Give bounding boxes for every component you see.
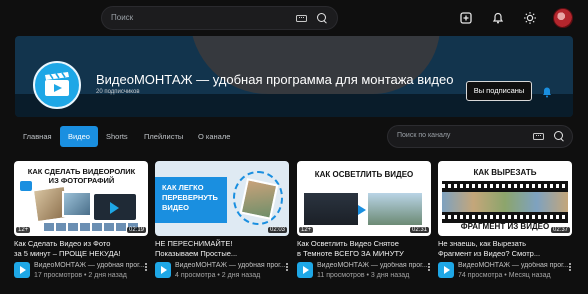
more-options-icon[interactable]: [144, 262, 148, 274]
channel-title: ВидеоМОНТАЖ — удобная программа для монт…: [96, 72, 454, 87]
video-title-line: Как Сделать Видео из Фото: [14, 239, 111, 248]
video-thumbnail[interactable]: КАК ЛЕГКО ПЕРЕВЕРНУТЬ ВИДЕО 02:03: [155, 161, 289, 236]
tab-playlists[interactable]: Плейлисты: [136, 126, 191, 147]
channel-search-placeholder: Поиск по каналу: [397, 132, 451, 139]
video-card[interactable]: КАК ЛЕГКО ПЕРЕВЕРНУТЬ ВИДЕО 02:03 НЕ ПЕР…: [155, 161, 289, 279]
more-options-icon[interactable]: [427, 262, 431, 274]
bell-icon: [543, 87, 551, 98]
video-title[interactable]: Как Сделать Видео из Фото за 5 минут – П…: [14, 239, 148, 259]
video-title-line: Как Осветлить Видео Снятое: [297, 239, 399, 248]
video-channel-name[interactable]: ВидеоМОНТАЖ — удобная прог...: [458, 262, 570, 269]
camera-icon: [20, 181, 32, 191]
subscribed-button[interactable]: Вы подписаны: [466, 81, 532, 101]
video-meta: 11 просмотров • 3 дня назад: [317, 272, 410, 279]
thumbnail-text: КАК ОСВЕТЛИТЬ ВИДЕО: [314, 170, 414, 179]
video-title-line: Фрагмент из Видео? Смотр...: [438, 249, 541, 258]
avatar[interactable]: [553, 8, 573, 28]
duration-badge: 02:19: [126, 227, 146, 233]
timeline-strip: [44, 223, 140, 231]
thumbnail-text: ВИДЕО: [162, 203, 189, 212]
age-badge: 12+: [299, 227, 314, 233]
keyboard-icon[interactable]: [296, 15, 307, 22]
keyboard-icon[interactable]: [533, 133, 544, 140]
video-channel-name[interactable]: ВидеоМОНТАЖ — удобная прог...: [34, 262, 146, 269]
dark-photo-image: [304, 193, 358, 225]
theme-button[interactable]: [520, 8, 540, 28]
tab-about[interactable]: О канале: [190, 126, 238, 147]
sun-icon: [524, 12, 536, 24]
film-frames-image: [442, 192, 568, 212]
create-button[interactable]: [456, 8, 476, 28]
video-title-line: в Темноте ВСЕГО ЗА МИНУТУ: [297, 249, 404, 258]
video-channel-name[interactable]: ВидеоМОНТАЖ — удобная прог...: [175, 262, 287, 269]
search-placeholder: Поиск: [111, 13, 134, 22]
bell-icon: [492, 12, 504, 24]
thumbnail-text: ФРАГМЕНТ ИЗ ВИДЕО: [460, 222, 550, 231]
tab-shorts[interactable]: Shorts: [98, 126, 136, 147]
thumbnail-text: ИЗ ФОТОГРАФИЙ: [48, 176, 115, 185]
channel-avatar[interactable]: [155, 262, 171, 278]
thumbnail-text: КАК ЛЕГКО: [162, 183, 204, 192]
duration-badge: 02:31: [409, 227, 429, 233]
video-thumbnail[interactable]: КАК ОСВЕТЛИТЬ ВИДЕО 12+ 02:31: [297, 161, 431, 236]
video-meta: 74 просмотра • Месяц назад: [458, 272, 551, 279]
more-options-icon[interactable]: [568, 262, 572, 274]
clapperboard-icon: [45, 72, 69, 96]
duration-badge: 02:03: [267, 227, 287, 233]
video-card[interactable]: КАК ОСВЕТЛИТЬ ВИДЕО 12+ 02:31 Как Осветл…: [297, 161, 431, 279]
video-title[interactable]: Как Осветлить Видео Снятое в Темноте ВСЕ…: [297, 239, 431, 259]
video-title-line: Показываем Простые...: [155, 249, 238, 258]
play-icon: [110, 202, 119, 214]
video-title-line: Не знаешь, как Вырезать: [438, 239, 527, 248]
channel-logo[interactable]: [33, 61, 81, 109]
video-card[interactable]: КАК СДЕЛАТЬ ВИДЕОРОЛИК ИЗ ФОТОГРАФИЙ 12+…: [14, 161, 148, 279]
channel-avatar[interactable]: [438, 262, 454, 278]
channel-banner: ВидеоМОНТАЖ — удобная программа для монт…: [15, 36, 573, 117]
tab-home[interactable]: Главная: [15, 126, 60, 147]
video-channel-name[interactable]: ВидеоМОНТАЖ — удобная прог...: [317, 262, 429, 269]
video-title-line: НЕ ПЕРЕСНИМАЙТЕ!: [155, 239, 233, 248]
search-icon[interactable]: [554, 131, 566, 143]
thumbnail-text: ПЕРЕВЕРНУТЬ: [162, 193, 218, 202]
age-badge: 12+: [16, 227, 31, 233]
video-meta: 4 просмотра • 2 дня назад: [175, 272, 261, 279]
channel-search-input[interactable]: Поиск по каналу: [387, 125, 573, 148]
top-bar: Поиск: [0, 0, 588, 36]
arrow-right-icon: [358, 205, 366, 215]
photo-image: [62, 191, 92, 217]
duration-badge: 02:37: [550, 227, 570, 233]
search-input[interactable]: Поиск: [101, 6, 338, 30]
video-title[interactable]: НЕ ПЕРЕСНИМАЙТЕ! Показываем Простые...: [155, 239, 289, 259]
channel-avatar[interactable]: [14, 262, 30, 278]
thumbnail-text: КАК ВЫРЕЗАТЬ: [473, 168, 537, 177]
subscriber-count: 20 подписчиков: [96, 89, 140, 95]
video-thumbnail[interactable]: КАК СДЕЛАТЬ ВИДЕОРОЛИК ИЗ ФОТОГРАФИЙ 12+…: [14, 161, 148, 236]
tab-videos[interactable]: Видео: [60, 126, 98, 147]
video-title[interactable]: Не знаешь, как Вырезать Фрагмент из Виде…: [438, 239, 572, 259]
video-card[interactable]: КАК ВЫРЕЗАТЬ ФРАГМЕНТ ИЗ ВИДЕО 02:37 Не …: [438, 161, 572, 279]
video-thumbnail[interactable]: КАК ВЫРЕЗАТЬ ФРАГМЕНТ ИЗ ВИДЕО 02:37: [438, 161, 572, 236]
film-strip: [442, 181, 568, 192]
more-options-icon[interactable]: [285, 262, 289, 274]
search-icon[interactable]: [317, 13, 329, 25]
thumbnail-text: КАК СДЕЛАТЬ ВИДЕОРОЛИК: [27, 167, 136, 176]
notifications-button[interactable]: [488, 8, 508, 28]
video-title-line: за 5 минут – ПРОЩЕ НЕКУДА!: [14, 249, 121, 258]
channel-avatar[interactable]: [297, 262, 313, 278]
video-meta: 17 просмотров • 2 дня назад: [34, 272, 127, 279]
channel-notify-button[interactable]: [541, 85, 553, 103]
bright-photo-image: [368, 193, 422, 225]
create-icon: [460, 12, 472, 24]
